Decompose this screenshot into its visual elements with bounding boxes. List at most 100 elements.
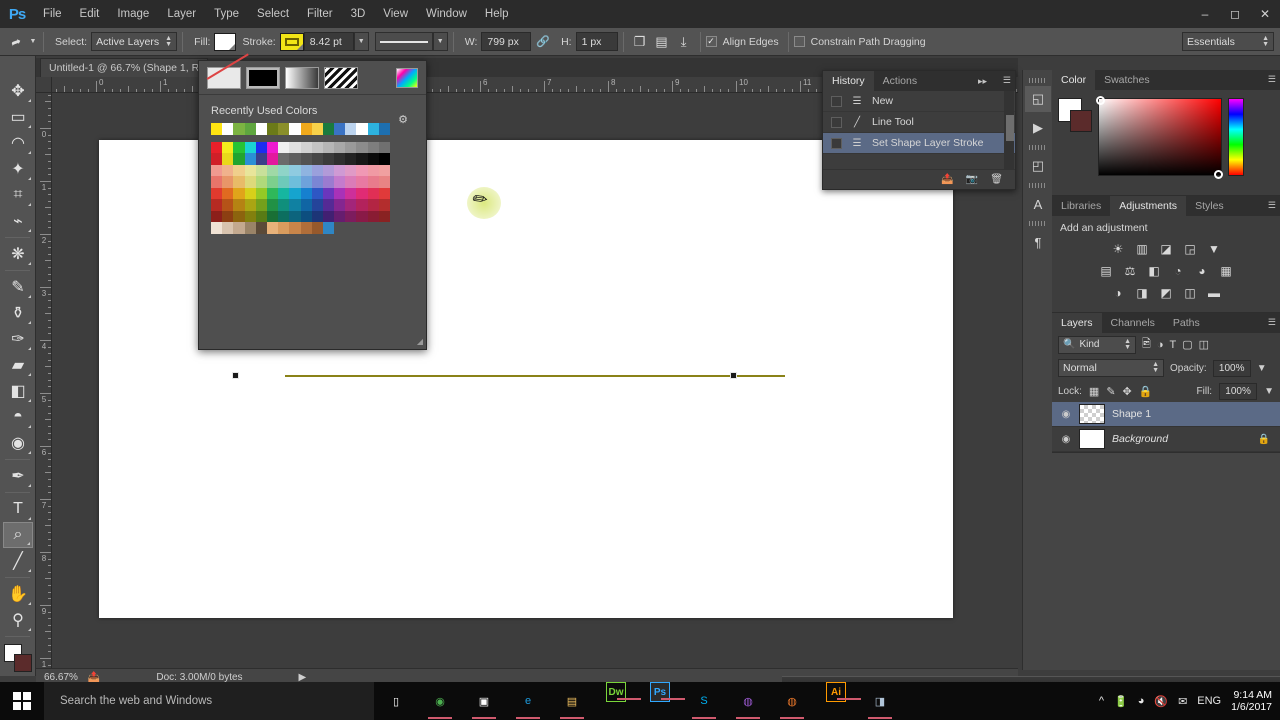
dreamweaver-icon[interactable]: Dw (606, 682, 641, 702)
color-swatch[interactable] (266, 222, 279, 234)
gradient-tool[interactable]: ◧ (3, 378, 33, 404)
color-swatch[interactable] (222, 176, 234, 188)
stroke-width-field[interactable]: 8.42 pt (303, 32, 354, 51)
play-action-icon[interactable]: ▶ (1025, 115, 1051, 141)
color-swatch[interactable] (289, 176, 301, 188)
color-swatch[interactable] (300, 164, 312, 176)
paragraph-panel-icon[interactable]: ¶ (1025, 229, 1051, 255)
color-swatch[interactable] (244, 141, 256, 153)
edge-icon[interactable]: e (506, 682, 550, 720)
document-tab[interactable]: Untitled-1 @ 66.7% (Shape 1, R (40, 58, 209, 77)
color-swatch[interactable] (345, 176, 357, 188)
color-swatch[interactable] (244, 187, 256, 199)
opacity-chevron-icon[interactable]: ▼ (1257, 363, 1267, 374)
color-swatch[interactable] (300, 153, 312, 165)
layer-visibility-icon[interactable]: ◉ (1060, 434, 1072, 445)
hue-slider[interactable] (1228, 98, 1244, 176)
color-swatch[interactable] (311, 176, 323, 188)
path-arrangement-icon[interactable]: ⤓ (673, 31, 695, 53)
black-white-icon[interactable]: ◧ (1146, 263, 1163, 279)
gradient-map-icon[interactable]: ◫ (1182, 285, 1199, 301)
fill-chevron-icon[interactable]: ▼ (1264, 386, 1274, 397)
stroke-style-dropdown[interactable] (374, 32, 433, 51)
dock-grip[interactable] (1029, 183, 1046, 188)
color-swatch[interactable] (378, 153, 390, 165)
menu-3d[interactable]: 3D (342, 0, 375, 28)
menu-layer[interactable]: Layer (158, 0, 205, 28)
color-swatch[interactable] (266, 176, 279, 188)
color-swatch[interactable] (289, 210, 301, 222)
color-swatch[interactable] (289, 199, 301, 211)
recent-color-swatch[interactable] (222, 123, 234, 135)
color-swatch[interactable] (367, 187, 379, 199)
vibrance-icon[interactable]: ▼ (1206, 241, 1223, 257)
color-swatch[interactable] (311, 210, 323, 222)
color-swatch[interactable] (300, 210, 312, 222)
color-field-marker[interactable] (1096, 96, 1105, 105)
path-anchor-point-right[interactable] (730, 372, 737, 379)
color-swatch[interactable] (367, 164, 379, 176)
layer-filter-kind-dropdown[interactable]: 🔍 Kind ▲ ▼ (1058, 335, 1136, 354)
recent-color-swatch[interactable] (356, 123, 368, 135)
tab-color[interactable]: Color (1052, 70, 1096, 90)
solid-color-swatch[interactable] (246, 66, 280, 89)
blur-tool[interactable]: ◓ (3, 404, 33, 430)
panel-menu-icon[interactable]: ☰ (1268, 74, 1276, 85)
color-swatch[interactable] (289, 222, 301, 234)
stroke-style-chevron-icon[interactable]: ▼ (432, 32, 448, 51)
viber-icon[interactable]: ◍ (726, 682, 770, 720)
menu-view[interactable]: View (374, 0, 417, 28)
search-input[interactable]: Search the web and Windows (44, 682, 374, 720)
menu-edit[interactable]: Edit (71, 0, 109, 28)
recent-color-swatch[interactable] (311, 123, 323, 135)
character-panel-icon[interactable]: A (1025, 191, 1051, 217)
tab-adjustments[interactable]: Adjustments (1110, 196, 1187, 216)
color-swatch[interactable] (334, 176, 346, 188)
color-swatch[interactable] (211, 210, 223, 222)
type-filter-icon[interactable]: T (1170, 339, 1177, 351)
hand-tool[interactable]: ✋ (3, 581, 33, 607)
workspace-switcher[interactable]: Essentials ▲ ▼ (1182, 32, 1274, 51)
color-swatch[interactable] (255, 141, 267, 153)
curves-icon[interactable]: ◪ (1158, 241, 1175, 257)
color-swatch[interactable] (244, 164, 256, 176)
align-edges-checkbox[interactable]: ✓ (705, 36, 717, 47)
color-swatch[interactable] (345, 153, 357, 165)
select-mode-dropdown[interactable]: Active Layers ▲ ▼ (91, 32, 178, 51)
color-swatch[interactable] (289, 141, 301, 153)
color-swatch[interactable] (222, 164, 234, 176)
recent-color-swatch[interactable] (334, 123, 346, 135)
gradient-swatch[interactable] (285, 66, 319, 89)
color-swatch[interactable] (278, 141, 290, 153)
color-swatch[interactable] (244, 210, 256, 222)
color-swatch[interactable] (233, 176, 245, 188)
color-swatch[interactable] (211, 141, 223, 153)
color-swatch[interactable] (233, 153, 245, 165)
delete-icon[interactable]: 🗑 (990, 174, 1003, 185)
constrain-path-dragging-checkbox[interactable] (793, 36, 805, 47)
color-swatch[interactable] (311, 199, 323, 211)
color-swatch[interactable] (222, 222, 234, 234)
history-item[interactable]: ☰ New (823, 91, 1015, 112)
selective-color-icon[interactable]: ▬ (1206, 285, 1223, 301)
tool-preset-picker[interactable]: ➦ (4, 31, 28, 53)
color-swatch[interactable] (266, 164, 279, 176)
recent-color-swatch[interactable] (345, 123, 357, 135)
color-swatch[interactable] (266, 141, 279, 153)
color-swatch[interactable] (378, 199, 390, 211)
color-swatch[interactable] (322, 141, 335, 153)
path-operations-icon[interactable]: ❐ (629, 31, 651, 53)
foreground-background-colors[interactable] (3, 643, 33, 673)
link-icon[interactable]: 🔗 (536, 35, 550, 48)
color-swatch[interactable] (278, 187, 290, 199)
color-swatch[interactable] (289, 164, 301, 176)
volume-muted-icon[interactable]: 🔇 (1154, 695, 1168, 708)
dock-grip[interactable] (1029, 145, 1046, 150)
color-swatch[interactable] (244, 153, 256, 165)
type-tool[interactable]: T (3, 496, 33, 522)
color-swatch[interactable] (367, 153, 379, 165)
color-picker-icon[interactable] (396, 67, 418, 88)
tab-channels[interactable]: Channels (1102, 313, 1164, 333)
history-item[interactable]: ╱ Line Tool (823, 112, 1015, 133)
color-swatch[interactable] (211, 176, 223, 188)
